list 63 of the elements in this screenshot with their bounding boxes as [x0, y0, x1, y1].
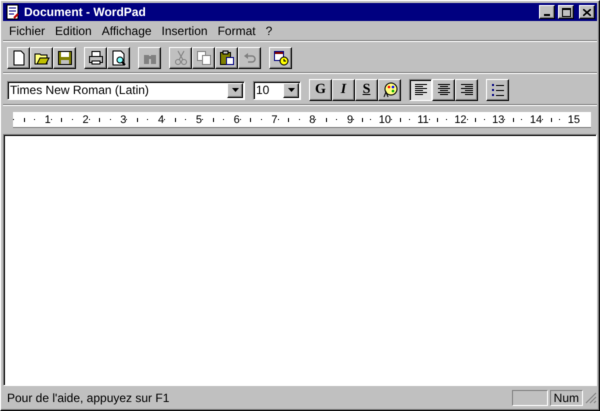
- menu-item[interactable]: Insertion: [158, 24, 214, 38]
- ruler-number: 10: [378, 114, 391, 126]
- ruler-number: 7: [271, 114, 278, 126]
- caret-icon: [288, 88, 294, 92]
- underline-button[interactable]: S: [355, 79, 378, 101]
- caret-icon: [232, 88, 238, 92]
- ruler-number: 8: [309, 114, 316, 126]
- toolbar-button[interactable]: [269, 47, 292, 69]
- font-size-dropdown[interactable]: 10: [253, 80, 301, 100]
- align-left-icon: [412, 82, 428, 98]
- ruler-number: 13: [492, 114, 504, 126]
- undo-arrow-icon: [242, 50, 258, 66]
- maximize-icon: [562, 8, 570, 16]
- toolbar-button[interactable]: [7, 47, 30, 69]
- minimize-button[interactable]: [539, 5, 555, 19]
- close-button[interactable]: [579, 5, 595, 19]
- toolbar-button[interactable]: [84, 47, 107, 69]
- font-dropdown[interactable]: Times New Roman (Latin): [7, 80, 245, 100]
- ruler-number: 12: [454, 114, 467, 126]
- toolbar-button[interactable]: [30, 47, 53, 69]
- toolbar-button[interactable]: [53, 47, 76, 69]
- menu-item[interactable]: Format: [214, 24, 262, 38]
- palette-icon: [382, 82, 398, 98]
- ruler-number: 11: [417, 114, 429, 126]
- menu-item[interactable]: Affichage: [98, 24, 158, 38]
- menu-item[interactable]: Edition: [51, 24, 98, 38]
- copy-pages-icon: [196, 50, 212, 66]
- align-button[interactable]: [409, 79, 432, 101]
- bullets-button[interactable]: [486, 79, 509, 101]
- ruler-number: 5: [196, 114, 202, 126]
- toolbar-button[interactable]: [107, 47, 130, 69]
- ruler-number: 6: [234, 114, 240, 126]
- align-right-icon: [458, 82, 474, 98]
- ruler-number: 9: [347, 114, 354, 126]
- ruler-number: 14: [530, 114, 542, 126]
- clipboard-icon: [218, 50, 234, 66]
- italic-button[interactable]: I: [332, 79, 355, 101]
- new-document-icon: [10, 50, 26, 66]
- menu-item[interactable]: Fichier: [5, 24, 52, 38]
- dropdown-arrow-button[interactable]: [227, 82, 243, 98]
- maximize-button[interactable]: [558, 5, 574, 19]
- printer-icon: [88, 50, 104, 66]
- bold-button[interactable]: G: [309, 79, 332, 101]
- scissors-icon: [172, 50, 188, 66]
- toolbar-button[interactable]: [215, 47, 238, 69]
- ruler-number: 2: [82, 114, 89, 126]
- ruler-number: 4: [158, 114, 164, 126]
- status-text: Pour de l'aide, appuyez sur F1: [6, 391, 170, 405]
- ruler-number: 1: [44, 114, 51, 126]
- window-title: Document - WordPad: [24, 5, 147, 19]
- close-icon: [583, 8, 591, 16]
- text-color-button[interactable]: [378, 79, 401, 101]
- dropdown-arrow-button[interactable]: [283, 82, 299, 98]
- menu-item[interactable]: ?: [262, 24, 278, 38]
- align-center-icon: [436, 82, 452, 98]
- ruler-number: 3: [120, 114, 126, 126]
- num-lock-indicator: Num: [550, 390, 583, 406]
- bullet-list-icon: [490, 82, 506, 98]
- resize-grip-icon: [585, 392, 597, 404]
- ruler-number: 15: [568, 114, 580, 126]
- magnifier-page-icon: [110, 50, 126, 66]
- calendar-clock-icon: [272, 50, 288, 66]
- status-panel: [512, 390, 548, 406]
